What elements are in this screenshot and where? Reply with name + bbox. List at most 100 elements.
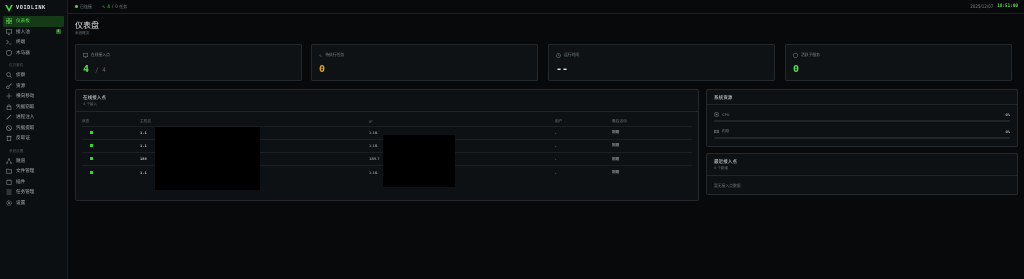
pen-icon bbox=[6, 114, 12, 120]
key-icon bbox=[6, 83, 12, 89]
tunnel-icon bbox=[6, 157, 12, 164]
sidebar-item-cred-theft[interactable]: 凭据窃取 bbox=[3, 102, 64, 113]
sidebar-item-label: 反取证 bbox=[16, 136, 30, 142]
date-display: 2025/12/07 bbox=[970, 4, 994, 9]
last-active-cell: 刚刚 bbox=[612, 165, 692, 180]
status-dot-icon bbox=[75, 5, 78, 8]
app-logo[interactable]: VOIDLINK bbox=[0, 0, 67, 16]
sidebar-item-label: 资源 bbox=[16, 83, 26, 89]
user-cell: - bbox=[555, 125, 612, 140]
sidebar-item-anti-forensics[interactable]: 反取证 bbox=[3, 133, 64, 144]
online-status-icon bbox=[90, 143, 93, 147]
time-display: 18:51:00 bbox=[997, 4, 1018, 9]
search-icon bbox=[6, 72, 12, 79]
sidebar-item-tasks[interactable]: 任务管理 bbox=[3, 187, 64, 198]
gear-icon bbox=[6, 200, 12, 206]
column-header[interactable]: 最后活动 bbox=[612, 118, 692, 126]
stat-label-text: 运行时间 bbox=[564, 52, 580, 57]
logo-icon bbox=[5, 4, 13, 12]
resource-label: CPU bbox=[722, 112, 730, 117]
connection-status-label: 已连接 bbox=[80, 3, 92, 9]
cpu-icon bbox=[714, 112, 719, 117]
sidebar-item-resources[interactable]: 资源 bbox=[3, 81, 64, 92]
empty-state-text: 暂无接入点数据 bbox=[714, 183, 741, 188]
clock-group: 2025/12/07 18:51:00 bbox=[970, 4, 1018, 9]
sidebar-nav: 仪表板 接入池 4 终端 木马器 红方套件 侦察 资源 横向移动 凭据窃取 进程… bbox=[0, 16, 67, 208]
column-header[interactable]: 用户 bbox=[555, 118, 612, 126]
resource-value: 0% bbox=[1005, 129, 1010, 134]
sidebar-item-plugins[interactable]: 插件 bbox=[3, 177, 64, 188]
column-header[interactable]: 主机名 bbox=[140, 118, 369, 126]
sidebar-item-label: 凭据提取 bbox=[16, 125, 35, 131]
stat-value: 0 bbox=[793, 64, 800, 75]
last-active-cell: 刚刚 bbox=[612, 138, 692, 153]
sidebar-item-recon[interactable]: 侦察 bbox=[3, 70, 64, 81]
terminal-icon bbox=[6, 39, 12, 45]
user-cell: - bbox=[555, 138, 612, 153]
stat-value: 0 bbox=[319, 64, 326, 75]
sidebar-item-tunnel[interactable]: 隧道 bbox=[3, 156, 64, 167]
table-header-row: 状态 主机名 IP 用户 最后活动 bbox=[82, 118, 692, 126]
sidebar-item-cred-extract[interactable]: 凭据提取 bbox=[3, 123, 64, 134]
stat-card-services: 活跃子服务 0 bbox=[785, 44, 1012, 81]
sidebar-item-label: 任务管理 bbox=[16, 190, 35, 196]
divider bbox=[707, 175, 1017, 176]
last-active-cell: 刚刚 bbox=[612, 125, 692, 140]
activity-icon: ∿ bbox=[319, 52, 323, 58]
trash-icon bbox=[6, 135, 12, 142]
cpu-row: CPU 0% bbox=[714, 112, 1010, 117]
sidebar-item-lateral[interactable]: 横向移动 bbox=[3, 91, 64, 102]
sidebar-item-settings[interactable]: 设置 bbox=[3, 198, 64, 209]
monitor-icon bbox=[6, 28, 12, 35]
redaction-block bbox=[383, 135, 455, 187]
sidebar-item-label: 横向移动 bbox=[16, 94, 35, 100]
sidebar: VOIDLINK 仪表板 接入池 4 终端 木马器 红方套件 侦察 资源 横向移… bbox=[0, 0, 68, 279]
sidebar-section-label: 系统设置 bbox=[9, 148, 24, 153]
stat-card-online: 在线接入点 4 / 4 bbox=[75, 44, 302, 81]
sidebar-section-label: 红方套件 bbox=[9, 63, 24, 67]
sidebar-item-access-pool[interactable]: 接入池 4 bbox=[3, 27, 64, 38]
online-status-icon bbox=[90, 130, 93, 134]
sidebar-item-label: 文件管理 bbox=[16, 169, 35, 175]
sidebar-item-label: 木马器 bbox=[16, 50, 30, 56]
sidebar-item-files[interactable]: 文件管理 bbox=[3, 166, 64, 177]
sidebar-item-label: 隧道 bbox=[16, 158, 26, 164]
online-status-icon bbox=[90, 157, 93, 161]
sidebar-item-label: 凭据窃取 bbox=[16, 104, 35, 110]
agents-count: 4 bbox=[107, 4, 110, 9]
resource-label: 内存 bbox=[722, 129, 730, 133]
cpu-bar bbox=[714, 120, 1010, 122]
panel-subtitle: 0 个新增 bbox=[714, 166, 728, 170]
sidebar-item-injection[interactable]: 进程注入 bbox=[3, 112, 64, 123]
sidebar-item-label: 插件 bbox=[16, 179, 26, 185]
app-name: VOIDLINK bbox=[16, 5, 46, 11]
activity-icon: ∿ bbox=[102, 4, 106, 9]
move-icon bbox=[6, 93, 12, 99]
plugin-icon bbox=[6, 179, 12, 185]
memory-icon bbox=[714, 130, 719, 133]
sidebar-item-dashboard[interactable]: 仪表板 bbox=[3, 16, 64, 27]
divider bbox=[707, 104, 1017, 105]
clock-icon bbox=[556, 52, 561, 58]
page-title: 仪表盘 bbox=[75, 21, 99, 30]
sidebar-item-label: 接入池 bbox=[16, 29, 30, 35]
panel-title: 在线接入点 bbox=[83, 96, 106, 101]
sidebar-item-label: 仪表板 bbox=[16, 19, 30, 25]
count-badge: 4 bbox=[55, 29, 61, 34]
memory-row: 内存 0% bbox=[714, 129, 1010, 134]
column-header[interactable]: IP bbox=[369, 118, 555, 126]
resource-value: 0% bbox=[1005, 112, 1010, 117]
online-status-icon bbox=[90, 170, 93, 174]
tasks-label: 0 任务 bbox=[115, 3, 128, 9]
sidebar-item-label: 终端 bbox=[16, 40, 26, 46]
page-subtitle: 系统概览 bbox=[75, 31, 90, 35]
grid-icon bbox=[6, 18, 12, 25]
stat-value-total: 4 bbox=[102, 67, 106, 74]
column-header[interactable]: 状态 bbox=[82, 118, 140, 126]
sidebar-item-trojan[interactable]: 木马器 bbox=[3, 48, 64, 59]
stat-label-text: 在线接入点 bbox=[91, 52, 110, 57]
shield-icon bbox=[6, 49, 12, 56]
redaction-block bbox=[155, 127, 260, 190]
connection-status: 已连接 bbox=[75, 4, 92, 10]
sidebar-item-terminal[interactable]: 终端 bbox=[3, 37, 64, 48]
